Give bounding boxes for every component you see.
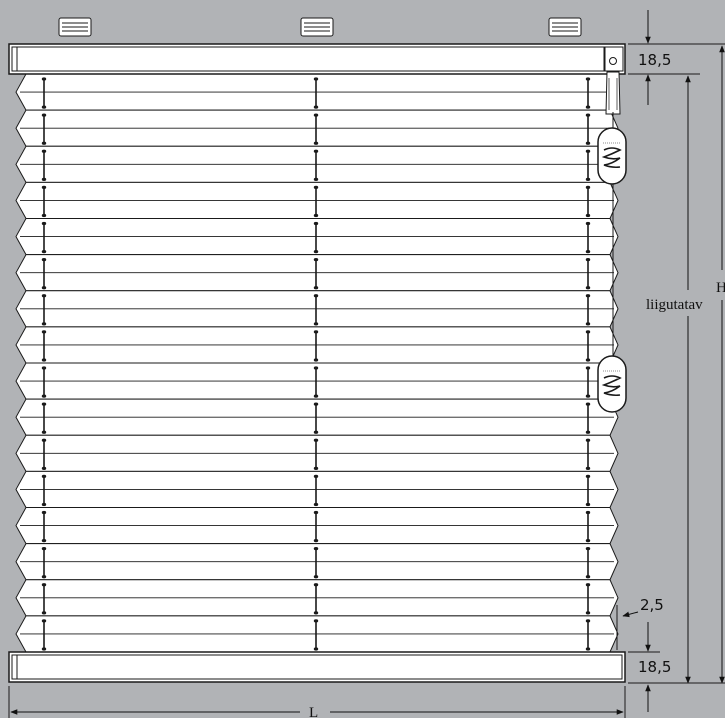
mounting-bracket-icon <box>300 17 334 37</box>
handle-grip-icon <box>597 355 627 413</box>
top-rail-height-label: 18,5 <box>638 51 671 69</box>
pleated-blind-diagram: 18,5 liigutatav H 2,5 18,5 L <box>8 10 725 718</box>
side-gap-label: 2,5 <box>640 596 664 614</box>
mounting-bracket-icon <box>58 17 92 37</box>
side-gap-dimension: 2,5 <box>616 596 664 650</box>
top-rail-dimension: 18,5 <box>628 10 725 105</box>
height-dimension: H <box>716 45 725 684</box>
height-label: H <box>716 280 725 296</box>
top-rail <box>8 43 626 75</box>
movable-label: liigutatav <box>646 297 703 313</box>
movable-dimension: liigutatav <box>646 75 703 684</box>
bottom-rail-dimension: 18,5 <box>628 622 725 712</box>
mounting-brackets <box>58 17 582 37</box>
width-dimension: L <box>8 686 626 718</box>
mounting-bracket-icon <box>548 17 582 37</box>
width-label: L <box>309 705 318 718</box>
bottom-rail-height-label: 18,5 <box>638 658 671 676</box>
bottom-rail <box>8 651 626 683</box>
pleated-fabric <box>15 73 619 653</box>
cord-fixing-icon <box>604 46 624 115</box>
handle-grip-icon <box>597 127 627 185</box>
